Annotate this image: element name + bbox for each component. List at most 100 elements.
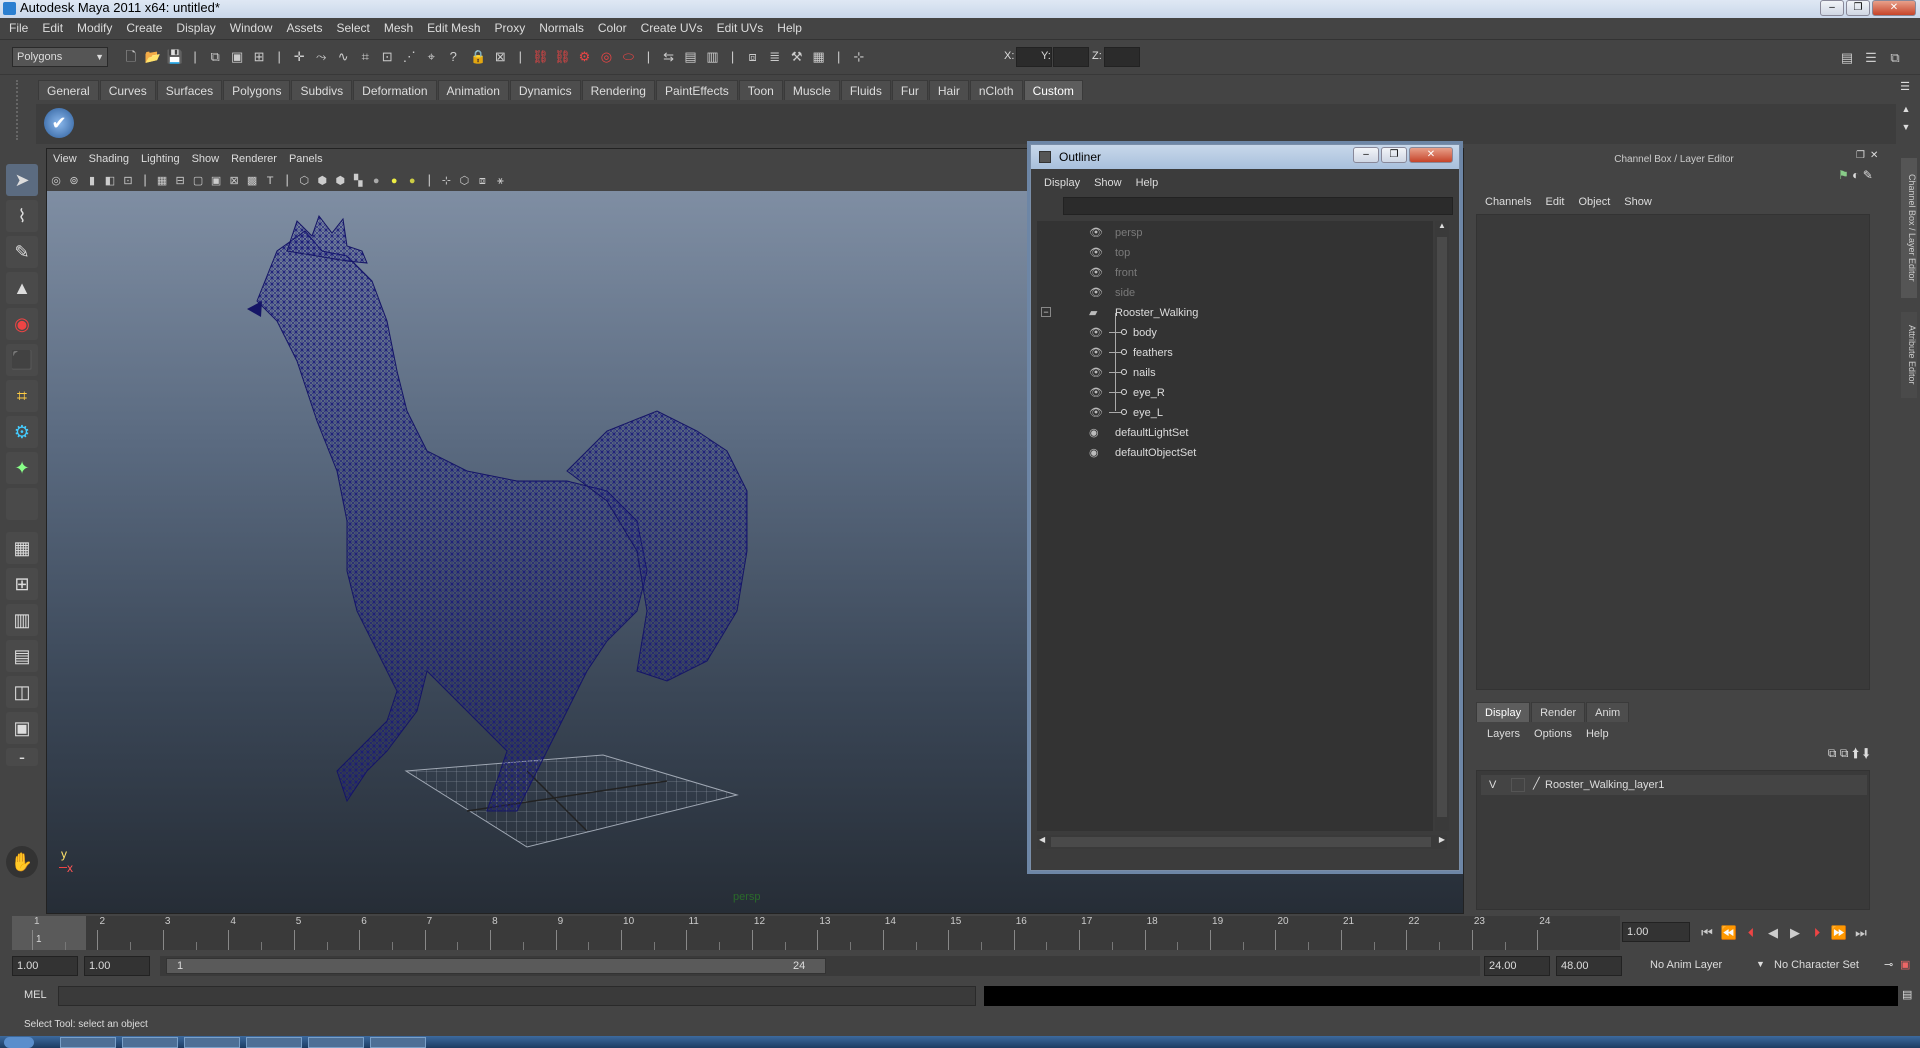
channel-menu-show[interactable]: Show [1617, 192, 1659, 212]
step-forward-key-icon[interactable]: ⏩ [1828, 922, 1850, 944]
menu-display[interactable]: Display [169, 18, 222, 38]
help-hand-icon[interactable]: ✋ [6, 846, 38, 878]
lock-icon[interactable]: 🔒 [467, 46, 489, 68]
outliner-item[interactable]: 👁 eye_L [1037, 403, 1437, 423]
anim-end-field[interactable]: 48.00 [1556, 956, 1622, 976]
z-field[interactable] [1104, 47, 1140, 67]
shelf-tab-polygons[interactable]: Polygons [223, 80, 291, 100]
key-icon[interactable]: ⚑ [1838, 168, 1849, 182]
help-query-icon[interactable]: ? [442, 46, 464, 68]
transform-field-icon[interactable]: ⊹ [848, 46, 870, 68]
menu-proxy[interactable]: Proxy [488, 18, 533, 38]
chevron-left-icon[interactable]: ◀ [1039, 835, 1045, 844]
all-lights-icon[interactable]: ● [385, 170, 403, 192]
viewport-menu-lighting[interactable]: Lighting [135, 149, 186, 169]
snap-surface-icon[interactable]: ⌗ [354, 46, 376, 68]
panel-close-icon[interactable]: ✕ [1870, 150, 1878, 161]
cmd-language-label[interactable]: MEL [24, 989, 47, 1001]
new-layer-selected-icon[interactable]: ⧉ [1840, 746, 1849, 760]
layer-color-icon[interactable]: ╱ [1533, 777, 1540, 790]
menu-edit-mesh[interactable]: Edit Mesh [420, 18, 487, 38]
menu-window[interactable]: Window [223, 18, 280, 38]
taskbar-app-6[interactable] [370, 1037, 426, 1048]
shelf-menu-icon[interactable]: ☰ [1896, 80, 1914, 98]
outliner-menu-display[interactable]: Display [1037, 173, 1087, 193]
menu-select[interactable]: Select [329, 18, 376, 38]
menu-mesh[interactable]: Mesh [377, 18, 420, 38]
outliner-item[interactable]: ◉ defaultLightSet [1037, 423, 1437, 443]
shelf-tab-surfaces[interactable]: Surfaces [156, 80, 223, 100]
wireframe-on-shaded-icon[interactable]: ⊠ [225, 170, 243, 192]
history-icon[interactable]: ⊠ [489, 46, 511, 68]
hypershade-persp-layout-icon[interactable]: ◫ [6, 676, 38, 708]
checker-icon[interactable]: ▚ [349, 170, 367, 192]
smooth-shade-icon[interactable]: ▣ [207, 170, 225, 192]
current-time-field[interactable]: 1.00 [1622, 922, 1690, 942]
select-component-icon[interactable]: ⊞ [248, 46, 270, 68]
outliner-menu-help[interactable]: Help [1129, 173, 1166, 193]
bookmark-icon[interactable]: ▮ [83, 170, 101, 192]
shelf-tab-hair[interactable]: Hair [928, 80, 969, 100]
close-button[interactable]: ✕ [1872, 0, 1916, 16]
outliner-item[interactable]: 👁 persp [1037, 223, 1437, 243]
manip-icon[interactable]: ◐ [1852, 168, 1859, 182]
paint-select-tool-icon[interactable]: ✎ [6, 236, 38, 268]
layer-tab-anim[interactable]: Anim [1586, 702, 1630, 722]
command-input[interactable] [58, 986, 976, 1006]
layer-type-toggle[interactable] [1511, 778, 1525, 792]
shelf-tab-deformation[interactable]: Deformation [353, 80, 437, 100]
outliner-title-bar[interactable]: Outliner – ❐ ✕ [1031, 145, 1459, 169]
shelf-tab-custom[interactable]: Custom [1023, 80, 1083, 100]
wireframe-icon[interactable]: ▢ [189, 170, 207, 192]
texture-icon[interactable]: T [261, 170, 279, 192]
render-icon[interactable]: ⛓ [529, 46, 551, 68]
anim-start-field[interactable]: 1.00 [12, 956, 78, 976]
menu-create[interactable]: Create [119, 18, 169, 38]
menu-help[interactable]: Help [770, 18, 809, 38]
chevron-up-icon[interactable]: ▲ [1898, 104, 1914, 122]
snap-curve-icon[interactable]: ⤳ [310, 46, 332, 68]
graph-persp-layout-icon[interactable]: ▤ [6, 640, 38, 672]
save-scene-icon[interactable]: 💾 [164, 46, 186, 68]
taskbar-app-2[interactable] [122, 1037, 178, 1048]
menu-edit[interactable]: Edit [35, 18, 70, 38]
shelf-tab-muscle[interactable]: Muscle [783, 80, 840, 100]
soft-mod-tool-icon[interactable]: ⚙ [6, 416, 38, 448]
channel-menu-edit[interactable]: Edit [1538, 192, 1571, 212]
layer-menu-help[interactable]: Help [1579, 724, 1616, 744]
shelf-tab-fluids[interactable]: Fluids [840, 80, 891, 100]
isolate-cube-icon[interactable]: ⬡ [455, 170, 473, 192]
outliner-item[interactable]: − ▰ Rooster_Walking [1037, 303, 1437, 323]
range-bar-handle[interactable]: 1 24 [166, 958, 826, 974]
outliner-item[interactable]: 👁 feathers [1037, 343, 1437, 363]
single-perspective-layout-icon[interactable]: ▦ [6, 532, 38, 564]
menu-set-dropdown[interactable]: Polygons ▼ [12, 47, 108, 67]
outliner-graph-layout-icon[interactable]: ▣ [6, 712, 38, 744]
shelf-tab-subdivs[interactable]: Subdivs [291, 80, 353, 100]
share-icon[interactable]: ⚹ [491, 170, 509, 192]
hscroll-thumb[interactable] [1051, 837, 1431, 847]
checkmark-icon[interactable]: ✔ [44, 108, 74, 138]
select-camera-icon[interactable]: ◎ [47, 170, 65, 192]
scale-tool-icon[interactable]: ⬛ [6, 344, 38, 376]
xray-icon[interactable]: ▩ [243, 170, 261, 192]
hypershade-icon[interactable]: ◎ [595, 46, 617, 68]
move-down-layer-icon[interactable]: ⬇ [1863, 746, 1870, 760]
outliner-close-button[interactable]: ✕ [1409, 147, 1453, 163]
shelf-tab-rendering[interactable]: Rendering [581, 80, 655, 100]
playback-end-field[interactable]: 24.00 [1484, 956, 1550, 976]
pick-icon[interactable]: ✎ [1863, 168, 1873, 182]
viewport-menu-panels[interactable]: Panels [283, 149, 329, 169]
rotate-tool-icon[interactable]: ◉ [6, 308, 38, 340]
character-set-dropdown[interactable]: No Character Set [1770, 956, 1880, 976]
four-view-layout-icon[interactable]: ⊞ [6, 568, 38, 600]
render-view-icon[interactable]: ⬭ [617, 46, 639, 68]
camera-attributes-icon[interactable]: ⊚ [65, 170, 83, 192]
menu-normals[interactable]: Normals [532, 18, 591, 38]
ipr-render-icon[interactable]: ⛓ [551, 46, 573, 68]
select-object-icon[interactable]: ▣ [226, 46, 248, 68]
play-forwards-icon[interactable]: ▶ [1784, 922, 1806, 944]
new-scene-icon[interactable]: 🗋 [120, 46, 142, 68]
shelf-tab-animation[interactable]: Animation [437, 80, 509, 100]
y-field[interactable] [1053, 47, 1089, 67]
